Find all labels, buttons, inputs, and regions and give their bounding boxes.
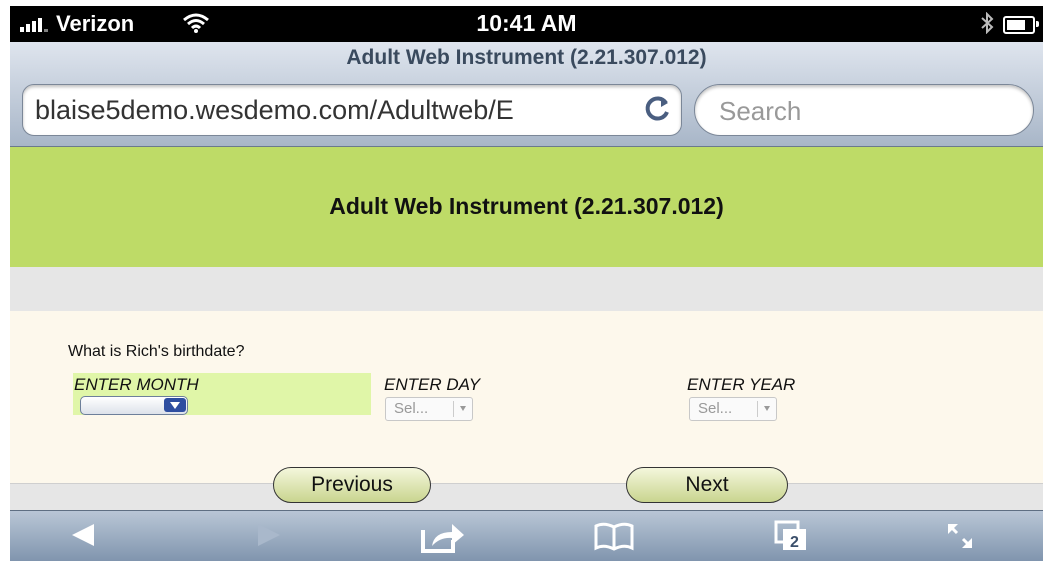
nav-button-band	[10, 483, 1043, 511]
next-button[interactable]: Next	[626, 467, 788, 503]
chevron-down-icon	[164, 398, 186, 412]
search-input[interactable]: Search	[694, 84, 1034, 136]
previous-button[interactable]: Previous	[273, 467, 431, 503]
bluetooth-icon	[981, 12, 994, 34]
battery-icon	[1003, 16, 1039, 34]
bookmarks-icon[interactable]	[594, 520, 634, 552]
page-content: Adult Web Instrument (2.21.307.012) What…	[10, 147, 1043, 511]
status-time: 10:41 AM	[476, 10, 577, 36]
header-divider	[10, 267, 1043, 311]
chevron-down-icon	[764, 406, 770, 411]
browser-toolbar: 2	[10, 510, 1043, 561]
month-label: ENTER MONTH	[74, 375, 199, 394]
browser-page-title: Adult Web Instrument (2.21.307.012)	[346, 46, 707, 69]
reload-icon[interactable]	[643, 94, 673, 124]
device-screen: Verizon 10:41 AM Adult Web Instrument (2…	[10, 6, 1043, 561]
year-label: ENTER YEAR	[687, 375, 796, 394]
url-text[interactable]: blaise5demo.wesdemo.com/Adultweb/E	[35, 95, 639, 126]
address-bar[interactable]: blaise5demo.wesdemo.com/Adultweb/E	[22, 84, 682, 136]
chevron-down-icon	[460, 406, 466, 411]
back-icon[interactable]	[68, 520, 98, 550]
tabs-icon[interactable]: 2	[774, 520, 808, 552]
status-bar: Verizon 10:41 AM	[10, 6, 1043, 42]
day-label: ENTER DAY	[384, 375, 481, 394]
year-select-value: Sel...	[698, 400, 733, 417]
year-select[interactable]: Sel...	[689, 397, 777, 421]
share-icon[interactable]	[420, 520, 466, 554]
day-select-value: Sel...	[394, 400, 429, 417]
tabs-count: 2	[790, 534, 799, 551]
page-header: Adult Web Instrument (2.21.307.012)	[10, 147, 1043, 267]
forward-icon[interactable]	[254, 520, 284, 550]
day-select[interactable]: Sel...	[385, 397, 473, 421]
page-title: Adult Web Instrument (2.21.307.012)	[329, 193, 724, 219]
search-placeholder: Search	[719, 96, 802, 126]
month-select[interactable]	[80, 396, 188, 415]
fullscreen-icon[interactable]	[944, 520, 976, 552]
question-text: What is Rich's birthdate?	[68, 343, 245, 360]
browser-chrome: Adult Web Instrument (2.21.307.012) blai…	[10, 42, 1043, 147]
